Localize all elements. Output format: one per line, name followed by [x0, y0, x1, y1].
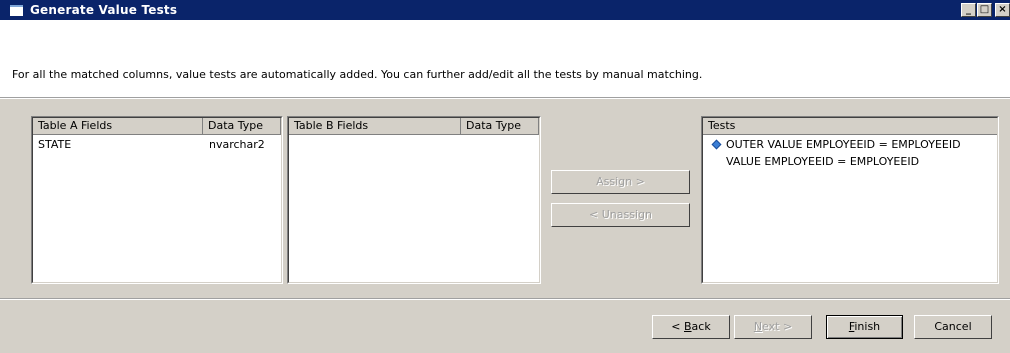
- test-item[interactable]: VALUE EMPLOYEEID = EMPLOYEEID: [726, 154, 919, 169]
- tests-header: Tests: [703, 118, 997, 135]
- next-label-rest: ext >: [762, 320, 793, 333]
- table-a-type-header[interactable]: Data Type: [203, 118, 281, 135]
- unassign-button[interactable]: < Unassign: [551, 203, 690, 227]
- header-area: For all the matched columns, value tests…: [0, 20, 1010, 98]
- tests-list[interactable]: Tests OUTER VALUE EMPLOYEEID = EMPLOYEEI…: [701, 116, 999, 284]
- table-b-fields-header[interactable]: Table B Fields: [289, 118, 461, 135]
- table-a-row-type[interactable]: nvarchar2: [209, 137, 265, 152]
- test-item[interactable]: OUTER VALUE EMPLOYEEID = EMPLOYEEID: [726, 137, 961, 152]
- assign-button[interactable]: Assign >: [551, 170, 690, 194]
- footer-separator-highlight: [0, 299, 1010, 300]
- diamond-icon: [711, 139, 722, 150]
- close-button[interactable]: ×: [995, 3, 1010, 17]
- table-a-row-field[interactable]: STATE: [38, 137, 71, 152]
- table-b-list[interactable]: Table B Fields Data Type: [287, 116, 541, 284]
- cancel-button[interactable]: Cancel: [914, 315, 992, 339]
- next-label-accel: N: [753, 320, 763, 333]
- back-label-rest: ack: [691, 320, 711, 333]
- back-label-pre: <: [671, 320, 684, 333]
- back-button[interactable]: < Back: [652, 315, 730, 339]
- title-bar[interactable]: Generate Value Tests _ □ ×: [0, 0, 1010, 20]
- table-b-type-header[interactable]: Data Type: [461, 118, 539, 135]
- finish-label-rest: inish: [854, 320, 881, 333]
- header-separator: [0, 98, 1010, 99]
- table-a-list[interactable]: Table A Fields Data Type STATE nvarchar2: [31, 116, 283, 284]
- finish-button[interactable]: Finish: [826, 315, 903, 339]
- maximize-button[interactable]: □: [977, 3, 992, 17]
- next-button[interactable]: Next >: [734, 315, 812, 339]
- table-a-fields-header[interactable]: Table A Fields: [33, 118, 203, 135]
- description-text: For all the matched columns, value tests…: [12, 68, 703, 81]
- back-label-accel: B: [684, 320, 692, 333]
- window-title: Generate Value Tests: [30, 3, 178, 17]
- minimize-button[interactable]: _: [961, 3, 976, 17]
- dialog-window: Generate Value Tests _ □ × For all the m…: [0, 0, 1010, 353]
- window-icon: [10, 5, 23, 16]
